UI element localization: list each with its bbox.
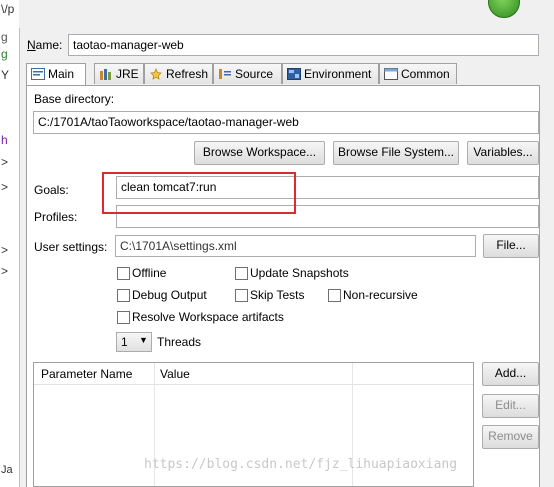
non-recursive-checkbox[interactable]	[328, 289, 341, 302]
variables-button[interactable]: Variables...	[467, 141, 539, 165]
tab-common-label: Common	[401, 67, 450, 81]
skip-tests-checkbox[interactable]	[235, 289, 248, 302]
strip-fragment: Ja	[1, 464, 13, 476]
tab-source[interactable]: Source	[213, 63, 282, 84]
refresh-icon	[149, 66, 163, 80]
edit-button[interactable]: Edit...	[482, 394, 539, 418]
strip-fragment: h	[1, 133, 8, 147]
strip-fragment: >	[1, 155, 9, 169]
strip-fragment: \/p	[1, 2, 15, 16]
highlight-box	[102, 172, 296, 214]
left-editor-strip: \/p g g Y h > > > > Ja	[0, 0, 20, 487]
tab-main[interactable]: Main	[26, 63, 86, 86]
threads-select[interactable]: 1 ▼	[116, 332, 152, 352]
browse-file-system-button[interactable]: Browse File System...	[333, 141, 459, 165]
common-tab-icon	[384, 66, 398, 80]
offline-checkbox[interactable]	[117, 267, 130, 280]
resolve-workspace-checkbox[interactable]	[117, 311, 130, 324]
name-field[interactable]: taotao-manager-web	[68, 34, 539, 56]
file-button[interactable]: File...	[483, 234, 539, 258]
strip-fragment: g	[1, 30, 8, 44]
tab-environment-label: Environment	[304, 67, 372, 81]
threads-value: 1	[121, 335, 128, 349]
debug-output-checkbox[interactable]	[117, 289, 130, 302]
user-settings-label: User settings:	[34, 240, 108, 254]
skip-tests-label: Skip Tests	[250, 288, 305, 302]
resolve-workspace-label: Resolve Workspace artifacts	[132, 310, 284, 324]
column-header-parameter-name[interactable]: Parameter Name	[41, 367, 132, 381]
debug-output-label: Debug Output	[132, 288, 207, 302]
tab-environment[interactable]: Environment	[282, 63, 379, 84]
add-button[interactable]: Add...	[482, 362, 539, 386]
tab-jre[interactable]: JRE	[94, 63, 144, 84]
source-lookup-icon	[218, 66, 232, 79]
dialog-top-bar	[19, 0, 554, 28]
non-recursive-label: Non-recursive	[343, 288, 418, 302]
main-config-icon	[31, 66, 45, 80]
watermark: https://blog.csdn.net/fjz_lihuapiaoxiang	[144, 457, 458, 472]
environment-icon	[287, 66, 301, 80]
name-label: Name:	[27, 38, 63, 52]
jre-library-icon	[99, 66, 113, 80]
tab-source-label: Source	[235, 67, 274, 81]
strip-fragment: >	[1, 264, 9, 278]
tab-jre-label: JRE	[116, 67, 139, 81]
chevron-down-icon: ▼	[139, 335, 148, 345]
tab-refresh[interactable]: Refresh	[144, 63, 213, 84]
tab-main-label: Main	[48, 67, 75, 81]
profiles-label: Profiles:	[34, 210, 78, 224]
update-snapshots-label: Update Snapshots	[250, 266, 349, 280]
update-snapshots-checkbox[interactable]	[235, 267, 248, 280]
tab-common[interactable]: Common	[379, 63, 457, 84]
strip-fragment: Y	[1, 68, 10, 82]
remove-button[interactable]: Remove	[482, 425, 539, 449]
tab-bar: Main JRE Refresh Source Environment Comm…	[26, 63, 540, 86]
base-directory-field[interactable]: C:/1701A/taoTaoworkspace/taotao-manager-…	[33, 111, 539, 134]
tab-refresh-label: Refresh	[166, 67, 209, 81]
offline-label: Offline	[132, 266, 167, 280]
column-header-value[interactable]: Value	[160, 367, 190, 381]
goals-label: Goals:	[34, 183, 69, 197]
threads-label: Threads	[157, 335, 202, 349]
user-settings-field[interactable]: C:\1701A\settings.xml	[115, 235, 476, 257]
strip-fragment: >	[1, 180, 9, 194]
base-directory-label: Base directory:	[34, 92, 115, 106]
name-label-rest: ame:	[35, 38, 63, 52]
browse-workspace-button[interactable]: Browse Workspace...	[194, 141, 325, 165]
strip-fragment: >	[1, 243, 9, 257]
strip-fragment: g	[1, 47, 8, 61]
